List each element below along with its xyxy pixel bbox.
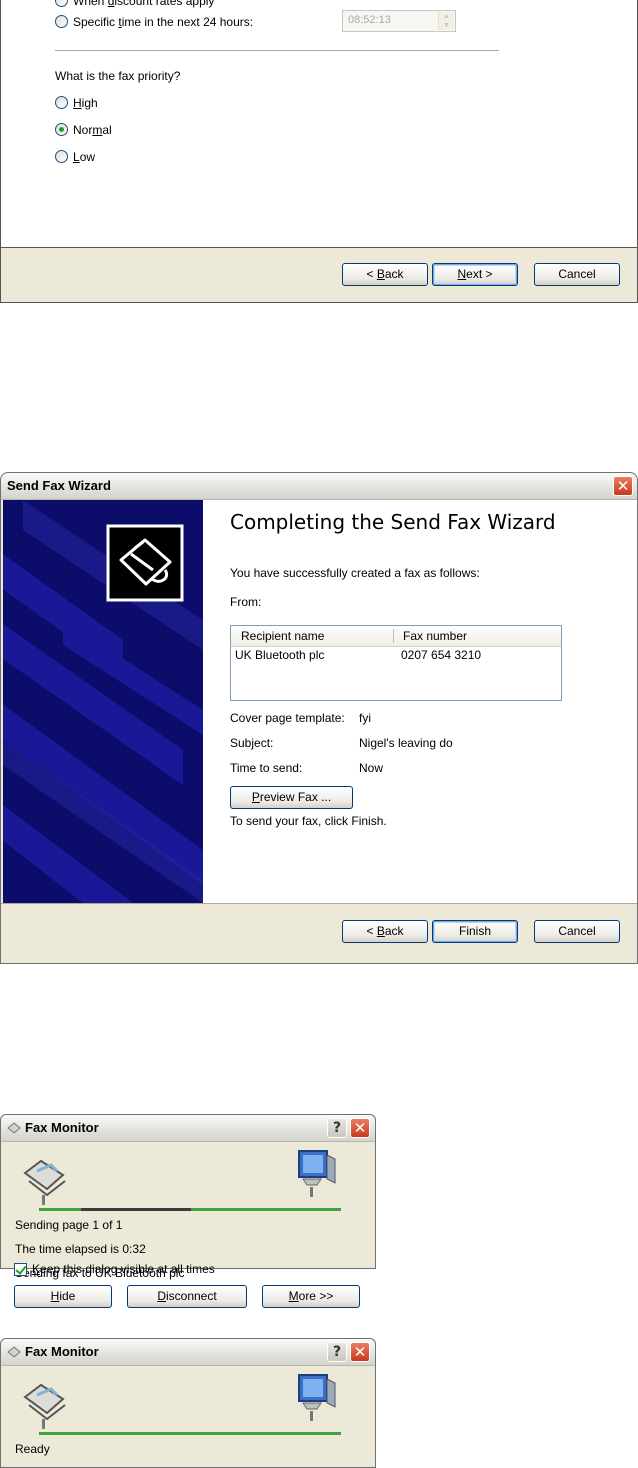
priority-low-radio[interactable] (55, 150, 68, 163)
transmission-progress (81, 1208, 191, 1211)
list-header: Recipient name Fax number (231, 626, 561, 647)
cover-page-value: fyi (359, 711, 371, 725)
spin-up-icon: ▲ (443, 13, 450, 20)
specific-time-label: Specific time in the next 24 hours: (73, 15, 254, 29)
help-icon[interactable]: ? (327, 1342, 347, 1362)
wizard-footer: < Back Finish Cancel (1, 903, 637, 964)
title-bar: Fax Monitor ? ✕ (1, 1115, 375, 1142)
spinner-arrows: ▲ ▼ (438, 12, 454, 30)
recipient-name-cell[interactable]: UK Bluetooth plc (235, 648, 324, 662)
window-title: Send Fax Wizard (7, 478, 111, 493)
fax-machine-icon (23, 1159, 66, 1205)
hide-button[interactable]: Hide (14, 1285, 112, 1308)
column-recipient-name[interactable]: Recipient name (241, 629, 324, 643)
transmission-line (39, 1432, 341, 1435)
status-ready: Ready (15, 1442, 50, 1456)
wizard-footer: < Back Next > Cancel (0, 247, 638, 303)
options-separator (55, 50, 499, 52)
keep-visible-label: Keep this dialog visible at all times (32, 1262, 215, 1276)
close-icon[interactable]: ✕ (350, 1342, 370, 1362)
back-button[interactable]: < Back (342, 920, 428, 943)
options-panel: When discount rates apply Specific time … (0, 0, 638, 247)
priority-high-label: High (73, 96, 98, 110)
monitor-body: Sending page 1 of 1 The time elapsed is … (1, 1141, 375, 1280)
preview-fax-button[interactable]: Preview Fax ... (230, 786, 353, 809)
spin-down-icon: ▼ (443, 22, 450, 29)
subject-value: Nigel's leaving do (359, 736, 453, 750)
status-page: Sending page 1 of 1 (15, 1218, 123, 1232)
priority-normal-label: Normal (73, 123, 112, 137)
column-divider (393, 629, 394, 643)
disconnect-button[interactable]: Disconnect (127, 1285, 247, 1308)
priority-low-label: Low (73, 150, 96, 164)
discount-rates-radio[interactable] (55, 0, 68, 7)
time-spinner: 08:52:13 ▲ ▼ (342, 10, 456, 32)
computer-icon (298, 1374, 336, 1421)
priority-high-radio[interactable] (55, 96, 68, 109)
subject-label: Subject: (230, 736, 274, 750)
fax-machine-icon (23, 1383, 66, 1429)
cancel-button[interactable]: Cancel (534, 263, 620, 286)
finish-hint: To send your fax, click Finish. (230, 814, 387, 828)
window-title: Fax Monitor (25, 1344, 99, 1359)
time-value: 08:52:13 (348, 14, 391, 26)
monitor-body: Ready (1, 1365, 375, 1467)
more-button[interactable]: More >> (262, 1285, 360, 1308)
computer-icon (298, 1150, 336, 1197)
wizard-heading: Completing the Send Fax Wizard (230, 510, 556, 534)
fax-monitor-icon (7, 1122, 21, 1134)
time-to-send-value: Now (359, 761, 384, 775)
intro-text: You have successfully created a fax as f… (230, 566, 480, 580)
fax-monitor-icon (7, 1346, 21, 1358)
wizard-content: Completing the Send Fax Wizard You have … (203, 500, 637, 903)
time-to-send-label: Time to send: (230, 761, 303, 775)
window-title: Fax Monitor (25, 1120, 99, 1135)
title-bar: Fax Monitor ? ✕ (1, 1339, 375, 1366)
send-fax-wizard-dialog: Send Fax Wizard ✕ Completing the Send Fa… (0, 472, 638, 964)
finish-button[interactable]: Finish (432, 920, 518, 943)
priority-normal-radio[interactable] (55, 123, 68, 136)
specific-time-radio[interactable] (55, 15, 68, 28)
recipient-list[interactable]: Recipient name Fax number UK Bluetooth p… (230, 625, 562, 701)
wizard-side-banner (3, 500, 203, 903)
wizard-banner-art (3, 500, 203, 903)
priority-question: What is the fax priority? (55, 69, 181, 83)
fax-monitor-sending: Fax Monitor ? ✕ Sending page 1 of 1 The … (0, 1114, 376, 1280)
close-icon[interactable]: ✕ (613, 476, 633, 496)
fax-options-dialog: When discount rates apply Specific time … (0, 0, 638, 303)
help-icon[interactable]: ? (327, 1118, 347, 1138)
status-time-elapsed: The time elapsed is 0:32 (15, 1242, 146, 1256)
column-fax-number[interactable]: Fax number (403, 629, 467, 643)
fax-number-cell[interactable]: 0207 654 3210 (401, 648, 481, 662)
fax-monitor-ready: Fax Monitor ? ✕ Ready (0, 1338, 376, 1468)
back-button[interactable]: < Back (342, 263, 428, 286)
cancel-button[interactable]: Cancel (534, 920, 620, 943)
keep-visible-checkbox[interactable] (14, 1263, 27, 1276)
title-bar: Send Fax Wizard ✕ (1, 473, 637, 500)
cover-page-label: Cover page template: (230, 711, 345, 725)
discount-rates-label: When discount rates apply (73, 0, 215, 8)
close-icon[interactable]: ✕ (350, 1118, 370, 1138)
next-button[interactable]: Next > (432, 263, 518, 286)
from-label: From: (230, 595, 262, 609)
